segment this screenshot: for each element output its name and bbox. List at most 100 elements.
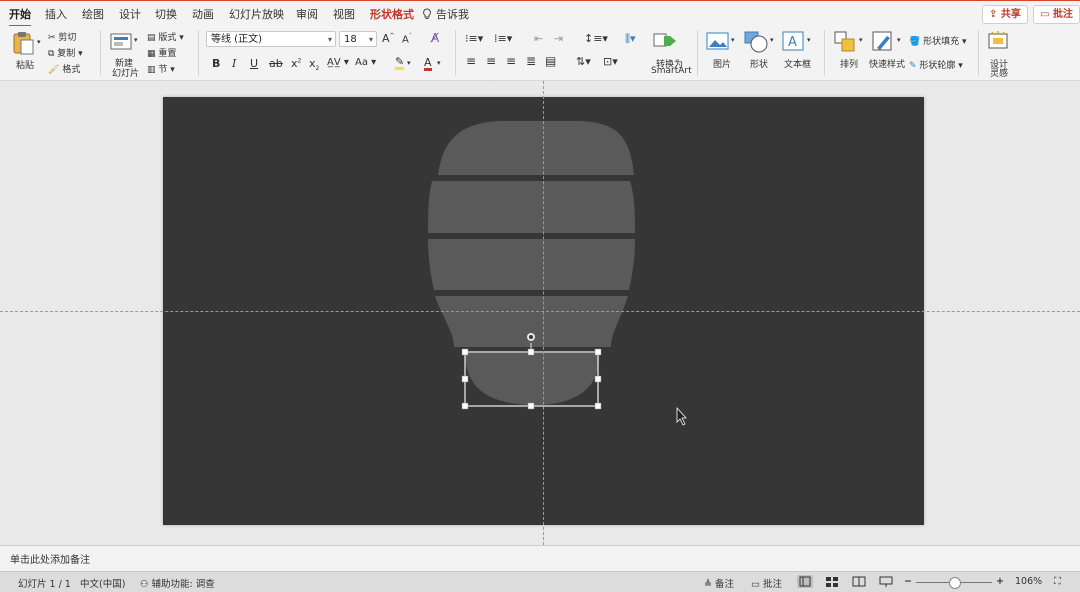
textbox-icon[interactable]: A [781,30,805,52]
slide-sorter-button[interactable] [824,575,840,588]
italic-icon[interactable]: I [232,57,236,70]
font-size-select[interactable]: 18 ▾ [339,31,377,47]
tab-transitions[interactable]: 切换 [155,6,177,22]
chevron-down-icon[interactable]: ▾ [731,36,735,44]
designer-label-2[interactable]: 灵感 [990,66,1008,79]
text-direction-icon[interactable]: ⇅▾ [576,55,591,68]
character-spacing-icon[interactable]: A̲V̲ ▾ [327,57,349,68]
tab-home[interactable]: 开始 [9,6,31,27]
tab-draw[interactable]: 绘图 [82,6,104,22]
chevron-down-icon[interactable]: ▾ [897,36,901,44]
zoom-slider-thumb[interactable] [949,577,961,589]
tab-insert[interactable]: 插入 [45,6,67,22]
resize-handle[interactable] [594,375,602,383]
highlight-icon[interactable]: ✎ [395,56,405,70]
picture-label[interactable]: 图片 [713,57,731,70]
bold-icon[interactable]: B [212,57,220,70]
resize-handle[interactable] [527,402,535,410]
tab-view[interactable]: 视图 [333,6,355,22]
align-text-icon[interactable]: ⊡▾ [603,55,618,68]
resize-handle[interactable] [461,348,469,356]
copy-button[interactable]: ⧉ 复制 ▾ [48,46,83,59]
quick-styles-label[interactable]: 快速样式 [869,57,905,70]
shapes-icon[interactable] [743,30,769,54]
notes-pane[interactable]: 单击此处添加备注 [0,545,1080,572]
align-center-icon[interactable]: ≡ [486,54,496,68]
font-name-select[interactable]: 等线 (正文) ▾ [206,31,336,47]
paste-icon[interactable] [10,30,36,56]
reset-button[interactable]: ▦ 重置 [147,46,176,59]
columns-icon[interactable]: ⫼▾ [625,32,636,46]
quick-styles-icon[interactable] [871,30,895,54]
align-right-icon[interactable]: ≡ [506,54,516,68]
fit-to-window-icon[interactable]: ⛶ [1054,576,1061,587]
language-indicator[interactable]: 中文(中国) [80,576,125,590]
new-slide-dropdown-icon[interactable]: ▾ [134,36,138,44]
textbox-label[interactable]: 文本框 [784,57,811,70]
comments-button[interactable]: ▭ 批注 [1033,5,1080,24]
section-button[interactable]: ▥ 节 ▾ [147,62,175,75]
resize-handle[interactable] [527,348,535,356]
normal-view-button[interactable] [797,575,813,588]
distributed-icon[interactable]: ▤ [545,54,556,68]
shapes-label[interactable]: 形状 [750,57,768,70]
reading-view-button[interactable] [851,575,867,588]
zoom-in-icon[interactable]: + [996,576,1004,587]
line-spacing-icon[interactable]: ↕≡▾ [584,32,608,45]
increase-indent-icon[interactable]: ⇥ [554,32,563,45]
chevron-down-icon[interactable]: ▾ [407,59,411,67]
new-slide-icon[interactable] [109,31,133,53]
notes-toggle-button[interactable]: ≜ 备注 [704,576,734,590]
font-color-icon[interactable]: A [424,57,432,71]
resize-handle[interactable] [594,402,602,410]
smartart-icon[interactable] [652,30,678,52]
horizontal-guide[interactable] [0,311,1080,312]
clear-format-icon[interactable]: A̸ [431,31,439,45]
resize-handle[interactable] [461,402,469,410]
tab-slideshow[interactable]: 幻灯片放映 [229,6,284,22]
zoom-out-icon[interactable]: − [904,576,912,587]
grow-font-icon[interactable]: A^ [382,32,395,45]
underline-icon[interactable]: U [250,57,258,70]
subscript-icon[interactable]: x2 [309,57,319,72]
resize-handle[interactable] [461,375,469,383]
paste-dropdown-icon[interactable]: ▾ [37,38,41,46]
new-slide-label-2[interactable]: 幻灯片 [112,66,139,79]
superscript-icon[interactable]: x2 [291,57,301,70]
strikethrough-icon[interactable]: ab [269,57,283,70]
slideshow-button[interactable] [878,575,894,588]
share-button[interactable]: ⇪ 共享 [982,5,1028,24]
arrange-label[interactable]: 排列 [840,57,858,70]
change-case-icon[interactable]: Aa ▾ [355,57,376,68]
arrange-icon[interactable] [833,30,857,54]
bullets-icon[interactable]: ⁝≡▾ [465,32,483,45]
tab-shape-format[interactable]: 形状格式 [370,6,414,22]
decrease-indent-icon[interactable]: ⇤ [534,32,543,45]
vertical-guide[interactable] [543,81,544,545]
format-painter-button[interactable]: 🖌 格式 [48,62,80,75]
shape-fill-button[interactable]: 🪣 形状填充 ▾ [909,34,966,47]
justify-icon[interactable]: ≣ [526,54,536,68]
resize-handle[interactable] [594,348,602,356]
zoom-level[interactable]: 106% [1015,576,1042,587]
tab-animations[interactable]: 动画 [192,6,214,22]
designer-icon[interactable] [986,29,1010,53]
numbering-icon[interactable]: ⁞≡▾ [494,32,512,45]
tab-tell-me[interactable]: 告诉我 [422,6,469,22]
tab-review[interactable]: 审阅 [296,6,318,22]
picture-icon[interactable] [706,31,730,51]
accessibility-button[interactable]: ⚇ 辅助功能: 调查 [140,576,215,590]
chevron-down-icon[interactable]: ▾ [807,36,811,44]
shrink-font-icon[interactable]: Aˇ [402,33,412,45]
align-left-icon[interactable]: ≡ [466,54,476,68]
chevron-down-icon[interactable]: ▾ [770,36,774,44]
tab-design[interactable]: 设计 [119,6,141,22]
comments-toggle-button[interactable]: ▭ 批注 [751,576,782,590]
layout-button[interactable]: ▤ 版式 ▾ [147,30,184,43]
chevron-down-icon[interactable]: ▾ [859,36,863,44]
cut-button[interactable]: ✂ 剪切 [48,30,76,43]
chevron-down-icon[interactable]: ▾ [437,59,441,67]
shape-outline-button[interactable]: ✎ 形状轮廓 ▾ [909,58,963,71]
paste-label[interactable]: 粘贴 [16,58,34,71]
smartart-label-2[interactable]: SmartArt [651,66,692,76]
